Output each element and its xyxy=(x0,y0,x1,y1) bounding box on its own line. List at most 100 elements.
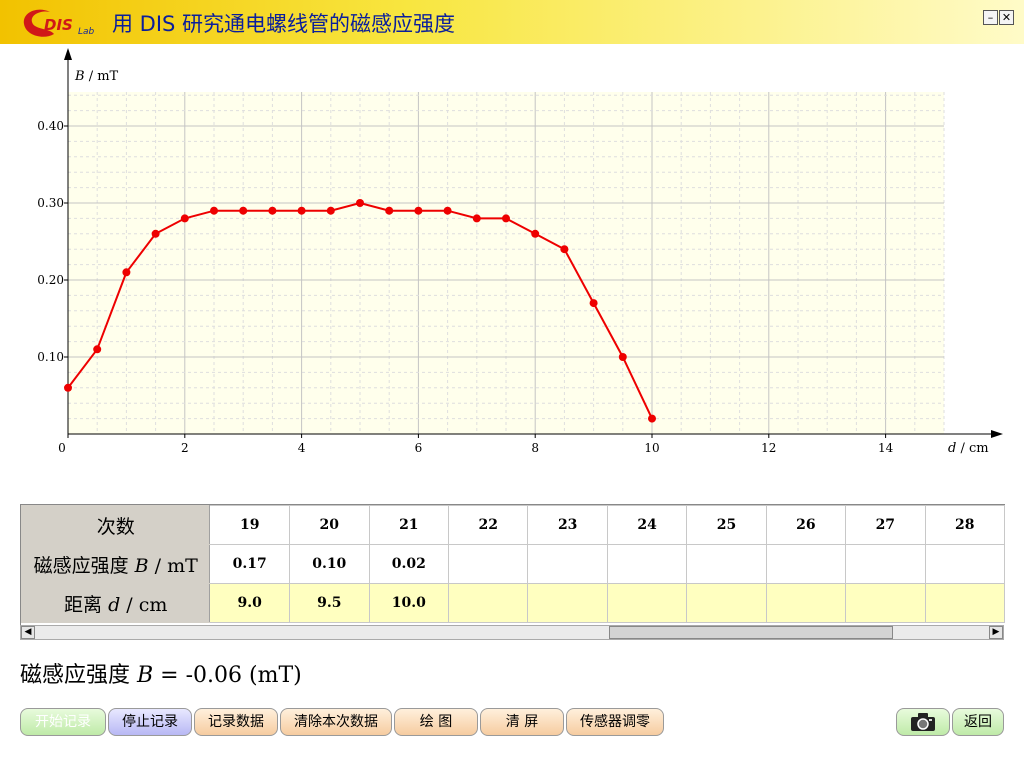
data-point xyxy=(531,229,540,238)
start-record-button[interactable]: 开始记录 xyxy=(20,708,106,736)
b-value-cell xyxy=(448,544,529,584)
count-cell: 25 xyxy=(686,505,767,545)
d-value-cell xyxy=(845,583,926,623)
count-cell: 22 xyxy=(448,505,529,545)
d-header: 距离 d / cm xyxy=(21,583,211,623)
data-point xyxy=(648,414,656,423)
d-value-cell xyxy=(606,583,688,623)
data-point xyxy=(385,206,394,215)
count-row: 次数 19 20 21 22 23 24 25 26 27 28 xyxy=(21,505,1005,545)
count-cell: 21 xyxy=(368,505,450,545)
data-point xyxy=(356,199,364,207)
magnetic-field-chart: 0 2 4 6 8 10 12 14 0.10 0.20 0.30 0.40 B / mT d / c… xyxy=(37,48,1003,456)
b-value-cell xyxy=(845,544,926,584)
clear-current-data-button[interactable]: 清除本次数据 xyxy=(280,708,392,736)
data-point xyxy=(589,299,598,308)
count-cell: 20 xyxy=(288,505,370,545)
data-table: 次数 19 20 21 22 23 24 25 26 27 28 磁感应强度 B / mT 0.1… xyxy=(20,504,1005,626)
d-value-cell: 9.0 xyxy=(209,583,290,623)
count-cell: 19 xyxy=(209,505,290,545)
x-tick-label: 10 xyxy=(644,441,659,455)
count-cell: 26 xyxy=(765,505,847,545)
data-point xyxy=(560,245,569,254)
y-tick-label: 0.10 xyxy=(37,350,64,364)
scroll-right-icon[interactable]: ▶ xyxy=(989,626,1003,639)
clear-screen-button[interactable]: 清 屏 xyxy=(480,708,564,736)
x-tick-label: 2 xyxy=(181,441,189,455)
count-header: 次数 xyxy=(21,505,211,545)
x-tick-label: 0 xyxy=(58,441,66,455)
x-tick-label: 8 xyxy=(531,441,539,455)
data-point xyxy=(180,214,189,223)
readout-unit: (mT) xyxy=(242,663,302,688)
y-axis-label: B / mT xyxy=(74,69,119,84)
readout-label: 磁感应强度 xyxy=(20,663,131,688)
b-value-cell: 0.10 xyxy=(288,544,370,584)
y-tick-label: 0.40 xyxy=(37,119,64,133)
field-readout: 磁感应强度 B = -0.06 (mT) xyxy=(20,663,302,688)
draw-graph-button[interactable]: 绘 图 xyxy=(394,708,478,736)
count-cell: 27 xyxy=(845,505,926,545)
table-scrollbar[interactable]: ◀ ▶ xyxy=(20,625,1004,640)
data-point xyxy=(93,345,102,354)
b-value-cell: 0.02 xyxy=(368,544,450,584)
x-axis-label: d / cm xyxy=(948,441,989,456)
b-header: 磁感应强度 B / mT xyxy=(21,544,211,584)
back-button[interactable]: 返回 xyxy=(952,708,1004,736)
scroll-thumb[interactable] xyxy=(609,626,893,639)
data-point xyxy=(151,229,160,238)
readout-value: -0.06 xyxy=(185,663,243,688)
data-point xyxy=(443,206,452,215)
data-point xyxy=(326,206,335,215)
x-tick-label: 14 xyxy=(878,441,894,455)
y-axis-arrow-icon xyxy=(64,48,72,60)
d-value-cell xyxy=(765,583,847,623)
data-point xyxy=(297,206,306,215)
data-point xyxy=(64,383,72,392)
chart-grid xyxy=(68,92,945,434)
x-tick-label: 12 xyxy=(761,441,776,455)
sensor-zero-button[interactable]: 传感器调零 xyxy=(566,708,664,736)
b-value-cell xyxy=(765,544,847,584)
count-cell: 28 xyxy=(924,505,1005,545)
minimize-button[interactable]: – xyxy=(983,10,998,25)
x-axis-arrow-icon xyxy=(991,430,1003,438)
x-tick-label: 4 xyxy=(298,441,306,455)
screenshot-button[interactable] xyxy=(896,708,950,736)
b-value-cell xyxy=(924,544,1005,584)
d-row: 距离 d / cm 9.0 9.5 10.0 xyxy=(21,583,1005,623)
x-tick-label: 6 xyxy=(415,441,423,455)
data-point xyxy=(414,206,423,215)
b-row: 磁感应强度 B / mT 0.17 0.10 0.02 xyxy=(21,544,1005,584)
d-value-cell xyxy=(686,583,767,623)
title-bar: DIS Lab 用 DIS 研究通电螺线管的磁感应强度 – ✕ xyxy=(0,0,1024,44)
camera-icon xyxy=(911,713,935,731)
data-point xyxy=(210,206,218,215)
window-title: 用 DIS 研究通电螺线管的磁感应强度 xyxy=(112,12,456,36)
b-value-cell xyxy=(686,544,767,584)
count-cell: 24 xyxy=(606,505,688,545)
readout-symbol: B xyxy=(137,663,154,688)
d-value-cell xyxy=(448,583,529,623)
record-data-button[interactable]: 记录数据 xyxy=(194,708,278,736)
d-value-cell: 9.5 xyxy=(288,583,370,623)
data-point xyxy=(502,214,510,223)
stop-record-button[interactable]: 停止记录 xyxy=(108,708,192,736)
y-tick-label: 0.20 xyxy=(37,273,64,287)
count-cell: 23 xyxy=(527,505,608,545)
b-value-cell xyxy=(527,544,608,584)
data-point xyxy=(239,206,248,215)
data-point xyxy=(122,268,131,277)
data-point xyxy=(268,206,277,215)
d-value-cell xyxy=(527,583,608,623)
b-value-cell xyxy=(606,544,688,584)
svg-text:DIS: DIS xyxy=(44,16,73,34)
scroll-left-icon[interactable]: ◀ xyxy=(21,626,35,639)
data-point xyxy=(472,214,481,223)
d-value-cell xyxy=(924,583,1005,623)
close-button[interactable]: ✕ xyxy=(999,10,1014,25)
data-point xyxy=(618,353,627,361)
svg-text:Lab: Lab xyxy=(78,27,95,37)
dislab-logo: DIS Lab xyxy=(23,9,95,37)
d-value-cell: 10.0 xyxy=(368,583,450,623)
